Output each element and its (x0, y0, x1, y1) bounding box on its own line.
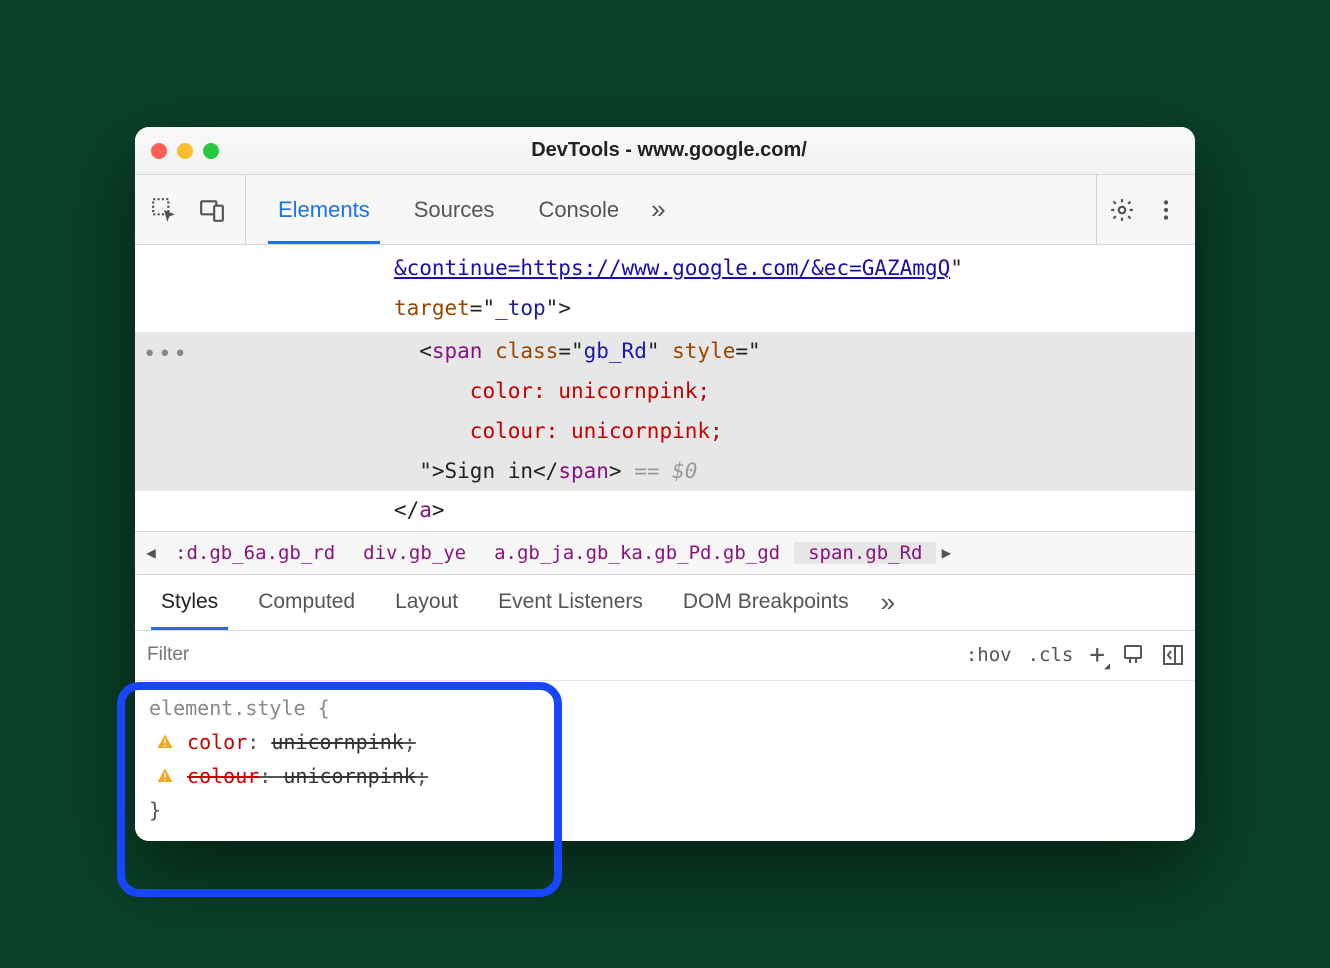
breadcrumb-right-arrow-icon[interactable]: ▶ (936, 543, 956, 562)
selected-dom-node[interactable]: ••• <span class="gb_Rd" style=" color: u… (135, 332, 1195, 491)
more-subtabs-icon[interactable]: » (869, 575, 907, 630)
subtab-event-listeners[interactable]: Event Listeners (478, 575, 663, 630)
css-declaration[interactable]: color: unicornpink; (149, 725, 1181, 759)
styles-rules[interactable]: element.style { color: unicornpink; colo… (135, 681, 1195, 841)
hov-toggle[interactable]: :hov (966, 644, 1012, 666)
warning-icon (155, 759, 175, 793)
tab-sources[interactable]: Sources (392, 175, 517, 244)
expand-dots-icon[interactable]: ••• (143, 336, 189, 373)
panel-tabs: Elements Sources Console (256, 175, 641, 244)
styles-filter-input[interactable] (145, 643, 966, 667)
breadcrumb-item[interactable]: div.gb_ye (349, 542, 480, 564)
paint-flash-icon[interactable] (1121, 643, 1145, 667)
rule-selector[interactable]: element.style { (149, 691, 1181, 725)
breadcrumb-item[interactable]: :d.gb_6a.gb_rd (161, 542, 349, 564)
inspect-element-icon[interactable] (149, 195, 179, 225)
styles-subtabs: Styles Computed Layout Event Listeners D… (135, 575, 1195, 631)
breadcrumb-item[interactable]: a.gb_ja.gb_ka.gb_Pd.gb_gd (480, 542, 794, 564)
subtab-computed[interactable]: Computed (238, 575, 375, 630)
device-toolbar-icon[interactable] (197, 195, 227, 225)
new-style-rule-icon[interactable]: +◢ (1089, 640, 1105, 670)
subtab-dom-breakpoints[interactable]: DOM Breakpoints (663, 575, 869, 630)
more-tabs-icon[interactable]: » (641, 175, 675, 244)
dom-breadcrumb: ◀ :d.gb_6a.gb_rd div.gb_ye a.gb_ja.gb_ka… (135, 531, 1195, 575)
dom-url-fragment[interactable]: &continue=https://www.google.com/&ec=GAZ… (394, 256, 950, 280)
subtab-layout[interactable]: Layout (375, 575, 478, 630)
computed-panel-icon[interactable] (1161, 643, 1185, 667)
cls-toggle[interactable]: .cls (1028, 644, 1074, 666)
kebab-menu-icon[interactable] (1151, 195, 1181, 225)
css-declaration[interactable]: colour: unicornpink; (149, 759, 1181, 793)
titlebar: DevTools - www.google.com/ (135, 127, 1195, 175)
rule-close-brace: } (149, 793, 1181, 827)
dom-tree[interactable]: &continue=https://www.google.com/&ec=GAZ… (135, 245, 1195, 531)
window-title: DevTools - www.google.com/ (159, 139, 1179, 162)
warning-icon (155, 725, 175, 759)
tab-elements[interactable]: Elements (256, 175, 392, 244)
main-toolbar: Elements Sources Console » (135, 175, 1195, 245)
breadcrumb-item-active[interactable]: span.gb_Rd (794, 542, 936, 564)
subtab-styles[interactable]: Styles (141, 575, 238, 630)
styles-filter-row: :hov .cls +◢ (135, 631, 1195, 681)
breadcrumb-left-arrow-icon[interactable]: ◀ (141, 543, 161, 562)
tab-console[interactable]: Console (516, 175, 641, 244)
devtools-window: DevTools - www.google.com/ Elements Sour… (135, 127, 1195, 841)
settings-icon[interactable] (1107, 195, 1137, 225)
